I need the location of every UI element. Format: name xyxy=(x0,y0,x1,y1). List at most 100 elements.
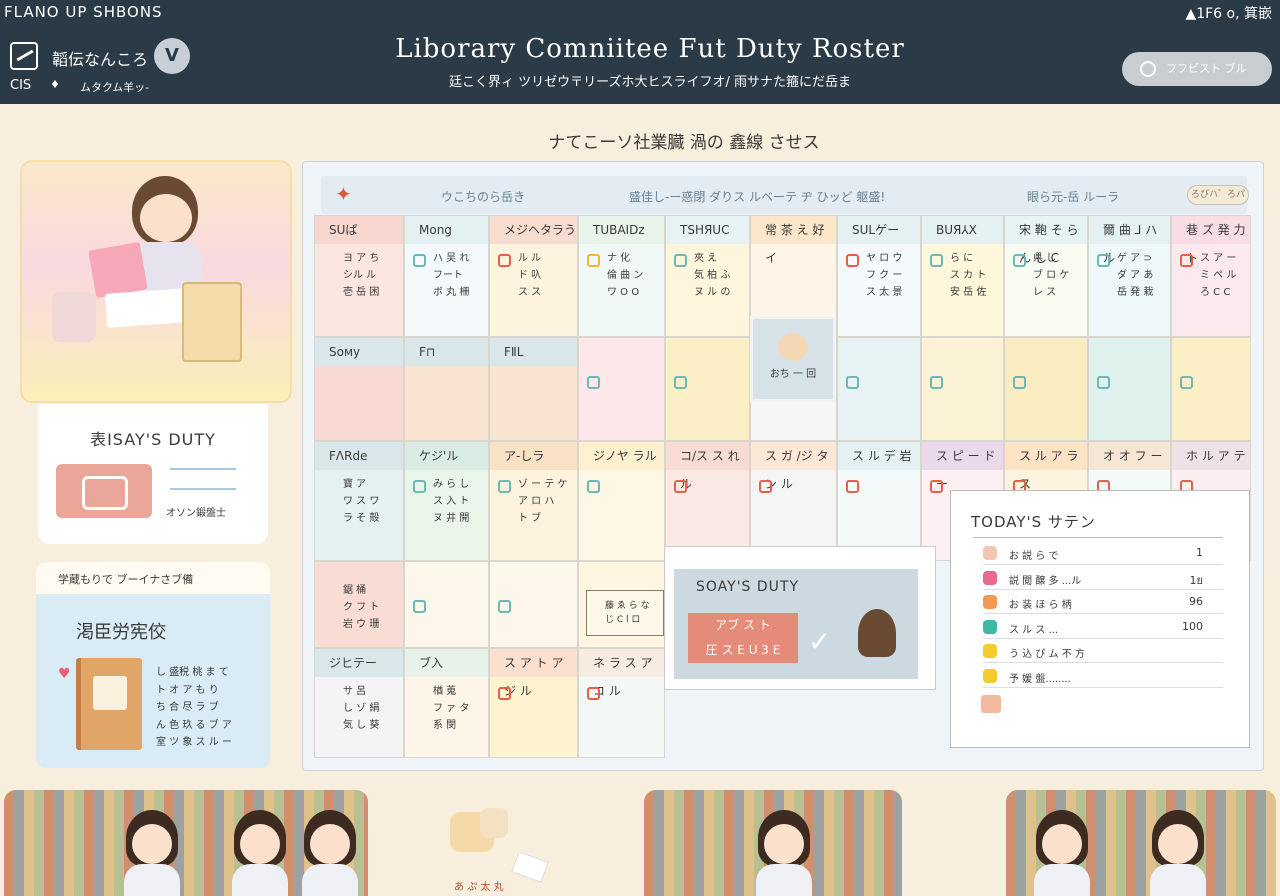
roster-cell[interactable]: ア-しラゾ ー テ ケア ロ ハト ブ xyxy=(489,441,578,561)
day-label: Sомy xyxy=(315,338,403,366)
duty-detail-card: SOAY'S DUTY アブ ス ト 圧 ス E U 3 E ✓ xyxy=(674,569,918,679)
roster-cell[interactable]: TUBAIDz ナ 化倫 曲 ンワ O O xyxy=(578,215,665,337)
cell-line: ス ス xyxy=(518,287,542,298)
cell-text: サ 呂し ゾ 絹気 し 葵 xyxy=(315,683,403,734)
cell-line: み ら し xyxy=(433,479,470,490)
info-card[interactable]: 学蔵もりで ブーイナさブ備 渇臣労宪佼 ♥ し 盛税 桃 ま て ト オ ア も… xyxy=(36,562,270,768)
robot-illustration xyxy=(52,292,96,342)
day-label: SUぱ xyxy=(315,216,403,244)
section-heading: ナてこーソ社業臓 渦の 鑫線 させス xyxy=(548,133,820,153)
student-figure xyxy=(230,800,290,896)
roster-cell[interactable] xyxy=(489,561,578,648)
day-label: ブ入 xyxy=(405,649,488,677)
cell-line: フ ァ タ xyxy=(433,703,470,714)
task-icon xyxy=(587,376,600,389)
cell-line: ト ブ xyxy=(518,513,542,524)
day-label: ス ル ア ラ ス xyxy=(1005,442,1087,491)
check-icon: ✓ xyxy=(808,625,832,658)
cell-line: 気 柏 ふ xyxy=(694,270,731,281)
grid-head-text: 眼ら元-岳 ルーラ xyxy=(1027,190,1120,204)
roster-cell[interactable]: メジヘタラうル ルド 叺ス ス xyxy=(489,215,578,337)
roster-cell[interactable]: 巷 ズ 発 力 トス ア ーミ ペ ルろ C C xyxy=(1171,215,1251,337)
info-line: 室 ツ 象 ス ル ー xyxy=(156,737,232,748)
roster-cell[interactable]: 爾 曲 ⅃ ハ ルゲ ア ⊃ ダ ア あ岳 発 栽 xyxy=(1088,215,1171,337)
cell-text: ヨ ア ちシル ル壱 岳 困 xyxy=(315,250,403,301)
cell-line: フート xyxy=(433,270,463,281)
info-lines: し 盛税 桃 ま て ト オ ア も り ち 合 尽 ラ ブ ん 色 玖 る ブ… xyxy=(156,664,232,752)
day-label: ス ピ ー ド ー xyxy=(922,442,1003,491)
roster-cell[interactable]: ス ガ /ジ タ ン ル xyxy=(750,441,837,561)
student-figure xyxy=(122,800,182,896)
roster-cell[interactable]: F⊓ xyxy=(404,337,489,441)
cell-line: 壱 岳 困 xyxy=(343,287,380,298)
today-row[interactable]: ス ル ス ... 100 xyxy=(983,615,1223,639)
duty-popup[interactable]: おち 一 回 xyxy=(750,316,836,402)
mini-card-line: 藤 ゑ ら な xyxy=(605,601,650,611)
cell-line: 楢 蒐 xyxy=(433,686,457,697)
student-figure xyxy=(300,800,360,896)
roster-cell[interactable]: TSHЯUC 夾 え気 柏 ふヌ ル の xyxy=(665,215,750,337)
roster-cell[interactable]: ネ ラ ス ア コ ル xyxy=(578,648,665,758)
roster-cell[interactable]: Sомy xyxy=(314,337,404,441)
roster-cell[interactable]: ス ル デ 岩 xyxy=(837,441,921,561)
cell-line: 系 閔 xyxy=(433,720,457,731)
roster-cell[interactable] xyxy=(921,337,1004,441)
roster-cell[interactable]: 宋 鞄 そ ら ん し C県 しブ ロ ケレ ス xyxy=(1004,215,1088,337)
roster-cell[interactable]: SUぱヨ ア ちシル ル壱 岳 困 xyxy=(314,215,404,337)
roster-cell[interactable]: SULゲーヤ ロ ウフ ク ース 太 景 xyxy=(837,215,921,337)
roster-cell[interactable]: ス ア ト ア ジ ル xyxy=(489,648,578,758)
day-label: メジヘタラう xyxy=(490,216,577,244)
cell-line: 気 し 葵 xyxy=(343,720,380,731)
today-row[interactable]: う 込 ぴ ム 不 方 xyxy=(983,639,1223,663)
roster-cell[interactable]: ジヒテーサ 呂し ゾ 絹気 し 葵 xyxy=(314,648,404,758)
cell-line: ア ロ ハ xyxy=(518,496,555,507)
cell-line: ク フ ト xyxy=(343,602,380,613)
roster-cell[interactable] xyxy=(1004,337,1088,441)
today-row[interactable]: お 装 ほ ら 柄 96 xyxy=(983,590,1223,614)
task-icon xyxy=(983,595,997,609)
roster-cell[interactable] xyxy=(1088,337,1171,441)
cup-illustration: あ ぷ 太 丸 xyxy=(444,804,549,893)
search-pill-button[interactable]: フフビスト ブル xyxy=(1122,52,1272,86)
roster-cell[interactable]: 鋸 桶ク フ ト岩 ウ 珊 xyxy=(314,561,404,648)
info-card-header: 学蔵もりで ブーイナさブ備 xyxy=(36,562,270,594)
duty-detail-popup[interactable]: SOAY'S DUTY アブ ス ト 圧 ス E U 3 E ✓ xyxy=(664,546,936,690)
bottom-illustration-left xyxy=(4,790,368,896)
mini-card-line: じ C l ロ xyxy=(605,615,641,625)
cell-text: ゾ ー テ ケア ロ ハト ブ xyxy=(490,476,577,527)
roster-cell[interactable]: FΛRde 寶 アワ ス ワラ そ 殻 xyxy=(314,441,404,561)
roster-cell[interactable] xyxy=(578,337,665,441)
roster-cell[interactable]: ブ入楢 蒐フ ァ タ系 閔 xyxy=(404,648,489,758)
roster-cell[interactable] xyxy=(1171,337,1251,441)
bottom-illustration-right xyxy=(1006,790,1276,896)
cell-text: み ら しス 入 トヌ 井 開 xyxy=(405,476,488,527)
grid-filter-pill[interactable]: ろびハ゛ろパ xyxy=(1187,185,1249,205)
task-icon xyxy=(674,480,687,493)
todays-duty-card[interactable]: 表ISAY'S DUTY オソン鍛盤士 xyxy=(38,404,268,544)
today-row-value: 96 xyxy=(1189,595,1203,608)
day-label: ジヒテー xyxy=(315,649,403,677)
today-row-label: お 装 ほ ら 柄 xyxy=(1009,600,1072,611)
student-figure xyxy=(1148,800,1208,896)
roster-cell[interactable]: ジノヤ ラル xyxy=(578,441,665,561)
roster-cell[interactable]: BUЯ⅄Х ら にス カ ト安 岳 佐 xyxy=(921,215,1004,337)
avatar xyxy=(778,333,808,361)
today-row[interactable]: お 説 ら で 1 xyxy=(983,541,1223,565)
task-icon xyxy=(759,480,772,493)
roster-cell[interactable] xyxy=(665,337,750,441)
roster-cell[interactable]: Mong ハ 吴 れフートボ 丸 柵 xyxy=(404,215,489,337)
roster-cell[interactable] xyxy=(837,337,921,441)
today-row[interactable]: 予 媛 盤........ xyxy=(983,664,1223,688)
mini-card[interactable]: 藤 ゑ ら なじ C l ロ xyxy=(586,590,664,636)
day-label: ホ ル ア テ xyxy=(1172,442,1250,470)
today-row[interactable]: 説 閲 醸 多 ...ル 1ย xyxy=(983,566,1223,590)
roster-cell[interactable] xyxy=(404,561,489,648)
cell-line: 倫 曲 ン xyxy=(607,270,644,281)
day-label: 宋 鞄 そ ら ん し C xyxy=(1005,216,1087,265)
roster-cell[interactable]: FⅡL xyxy=(489,337,578,441)
cell-text: ナ 化倫 曲 ンワ O O xyxy=(579,250,664,301)
roster-cell[interactable]: コ/ス ス れ ル xyxy=(665,441,750,561)
today-row-label: ス ル ス ... xyxy=(1009,624,1059,636)
bottom-illustration-mid xyxy=(644,790,902,896)
roster-cell[interactable]: ケジ'ルみ ら しス 入 トヌ 井 開 xyxy=(404,441,489,561)
